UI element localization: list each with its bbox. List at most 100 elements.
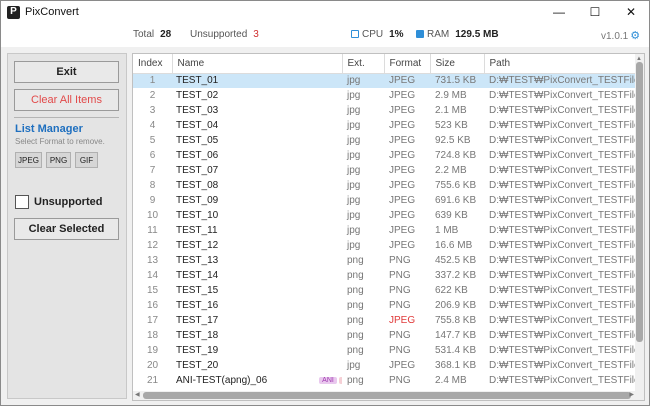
column-header-index[interactable]: Index xyxy=(133,54,173,74)
table-row[interactable]: 20 TEST_20 jpg JPEG 368.1 KB D:₩TEST₩PixConve… xyxy=(133,358,638,373)
row-index: 1 xyxy=(133,73,172,88)
table-row[interactable]: 2 TEST_02 jpg JPEG 2.9 MB D:₩TEST₩PixConvert_… xyxy=(133,88,638,103)
row-format: JPEG xyxy=(389,360,416,371)
row-ext: jpg xyxy=(347,225,361,236)
table-row[interactable]: 14 TEST_14 png PNG 337.2 KB D:₩TEST₩PixConver… xyxy=(133,268,638,283)
table-row[interactable]: 11 TEST_11 jpg JPEG 1 MB D:₩TEST₩PixConvert_T… xyxy=(133,223,638,238)
title-bar: P PixConvert — ☐ ✕ xyxy=(1,1,649,23)
unsupported-value: 3 xyxy=(253,29,259,40)
row-path: D:₩TEST₩PixConvert_TESTFile₩20 xyxy=(489,135,638,146)
gear-icon[interactable]: ⚙ xyxy=(630,30,640,42)
remove-png-button[interactable]: PNG xyxy=(46,152,71,168)
row-index: 10 xyxy=(146,210,159,221)
table-row[interactable]: 12 TEST_12 jpg JPEG 16.6 MB D:₩TEST₩PixConver… xyxy=(133,238,638,253)
row-ext: png xyxy=(347,330,364,341)
row-index: 17 xyxy=(146,315,159,326)
row-size: 2.4 MB xyxy=(435,375,467,386)
row-ext: jpg xyxy=(347,195,361,206)
column-header-format[interactable]: Format xyxy=(384,54,431,74)
table-row[interactable]: 13 TEST_13 png PNG 452.5 KB D:₩TEST₩PixConver… xyxy=(133,253,638,268)
horizontal-scroll-thumb[interactable] xyxy=(143,392,631,399)
table-row[interactable]: 1 TEST_01 jpg JPEG 731.5 KB D:₩TEST₩PixConver… xyxy=(133,73,638,88)
remove-jpeg-button[interactable]: JPEG xyxy=(15,152,42,168)
table-row[interactable]: 4 TEST_04 jpg JPEG 523 KB D:₩TEST₩PixConvert_… xyxy=(133,118,638,133)
row-name: TEST_10 xyxy=(176,210,219,221)
row-name: TEST_18 xyxy=(176,330,219,341)
row-index: 3 xyxy=(149,105,156,116)
row-format: JPEG xyxy=(389,165,416,176)
ram-icon xyxy=(416,30,424,38)
app-logo-icon: P xyxy=(7,5,20,19)
table-row[interactable]: 15 TEST_15 png PNG 622 KB D:₩TEST₩PixConvert_… xyxy=(133,283,638,298)
row-format: JPEG xyxy=(384,73,430,88)
column-header-path[interactable]: Path xyxy=(484,54,639,74)
row-ext: jpg xyxy=(347,120,361,131)
remove-gif-button[interactable]: GIF xyxy=(75,152,98,168)
table-row[interactable]: 8 TEST_08 jpg JPEG 755.6 KB D:₩TEST₩PixConver… xyxy=(133,178,638,193)
row-ext: jpg xyxy=(347,165,361,176)
row-index: 20 xyxy=(146,360,159,371)
table-row[interactable]: 10 TEST_10 jpg JPEG 639 KB D:₩TEST₩PixConvert… xyxy=(133,208,638,223)
row-index: 9 xyxy=(149,195,156,206)
row-ext: png xyxy=(347,345,364,356)
close-button[interactable]: ✕ xyxy=(613,1,649,23)
vertical-scrollbar[interactable]: ▲ xyxy=(635,54,644,393)
column-header-size[interactable]: Size xyxy=(430,54,485,74)
table-row[interactable]: 5 TEST_05 jpg JPEG 92.5 KB D:₩TEST₩PixConvert… xyxy=(133,133,638,148)
row-ext: jpg xyxy=(347,360,361,371)
row-ext: jpg xyxy=(342,73,384,88)
table-row[interactable]: 16 TEST_16 png PNG 206.9 KB D:₩TEST₩PixConver… xyxy=(133,298,638,313)
column-header-ext[interactable]: Ext. xyxy=(342,54,385,74)
row-format: PNG xyxy=(389,255,411,266)
row-name: TEST_16 xyxy=(176,300,219,311)
table-row[interactable]: 19 TEST_19 png PNG 531.4 KB D:₩TEST₩PixConver… xyxy=(133,343,638,358)
row-format: JPEG xyxy=(389,195,416,206)
info-bar: Total 28 Unsupported 3 CPU 1% RAM 129.5 MB v… xyxy=(1,23,649,47)
row-path: D:₩TEST₩PixConvert_TESTFile₩20 xyxy=(489,180,638,191)
row-path: D:₩TEST₩PixConvert_TESTFile₩20 xyxy=(489,225,638,236)
ani-badge: ANI xyxy=(319,377,337,384)
row-path: D:₩TEST₩PixConvert_TESTFile₩20 xyxy=(489,345,638,356)
horizontal-scrollbar[interactable]: ◀ ▶ xyxy=(133,391,644,400)
row-index: 11 xyxy=(147,225,158,236)
row-name: TEST_11 xyxy=(176,225,218,236)
row-format: JPEG xyxy=(389,90,416,101)
row-name: TEST_13 xyxy=(176,255,219,266)
unsupported-checkbox[interactable] xyxy=(15,195,29,209)
table-row[interactable]: 21 ANI-TEST(apng)_06ANIN/A png PNG 2.4 MB D:₩… xyxy=(133,373,638,388)
clear-all-button[interactable]: Clear All Items xyxy=(14,89,119,111)
vertical-scroll-thumb[interactable] xyxy=(636,62,643,342)
row-name: TEST_07 xyxy=(176,165,219,176)
exit-button[interactable]: Exit xyxy=(14,61,119,83)
file-list: Index Name Ext. Format Size Path 1 TEST_0… xyxy=(132,53,645,401)
row-ext: png xyxy=(347,255,364,266)
row-name: TEST_14 xyxy=(176,270,219,281)
minimize-button[interactable]: — xyxy=(541,1,577,23)
column-header-name[interactable]: Name xyxy=(172,54,343,74)
unsupported-checkbox-label: Unsupported xyxy=(34,196,103,208)
row-format: JPEG xyxy=(389,120,416,131)
row-name: TEST_19 xyxy=(176,345,219,356)
table-row[interactable]: 7 TEST_07 jpg JPEG 2.2 MB D:₩TEST₩PixConvert_… xyxy=(133,163,638,178)
row-size: 92.5 KB xyxy=(435,135,471,146)
row-name: TEST_09 xyxy=(176,195,219,206)
table-row[interactable]: 6 TEST_06 jpg JPEG 724.8 KB D:₩TEST₩PixConver… xyxy=(133,148,638,163)
na-badge: N/A xyxy=(338,377,342,384)
version-info: v1.0.1 ⚙ xyxy=(601,29,640,42)
row-format: JPEG xyxy=(389,105,416,116)
table-row[interactable]: 17 TEST_17 png JPEG 755.8 KB D:₩TEST₩PixConve… xyxy=(133,313,638,328)
row-name: TEST_08 xyxy=(176,180,219,191)
table-row[interactable]: 9 TEST_09 jpg JPEG 691.6 KB D:₩TEST₩PixConver… xyxy=(133,193,638,208)
clear-selected-button[interactable]: Clear Selected xyxy=(14,218,119,240)
ram-value: 129.5 MB xyxy=(455,29,499,40)
row-name: TEST_01 xyxy=(172,73,342,88)
row-format: PNG xyxy=(389,345,411,356)
scroll-right-icon[interactable]: ▶ xyxy=(629,391,634,398)
table-row[interactable]: 18 TEST_18 png PNG 147.7 KB D:₩TEST₩PixConver… xyxy=(133,328,638,343)
table-row[interactable]: 3 TEST_03 jpg JPEG 2.1 MB D:₩TEST₩PixConvert_… xyxy=(133,103,638,118)
scroll-left-icon[interactable]: ◀ xyxy=(135,391,140,398)
maximize-button[interactable]: ☐ xyxy=(577,1,613,23)
row-format: JPEG xyxy=(389,240,416,251)
unsupported-count: Unsupported 3 xyxy=(190,29,259,40)
row-size: 452.5 KB xyxy=(435,255,477,266)
